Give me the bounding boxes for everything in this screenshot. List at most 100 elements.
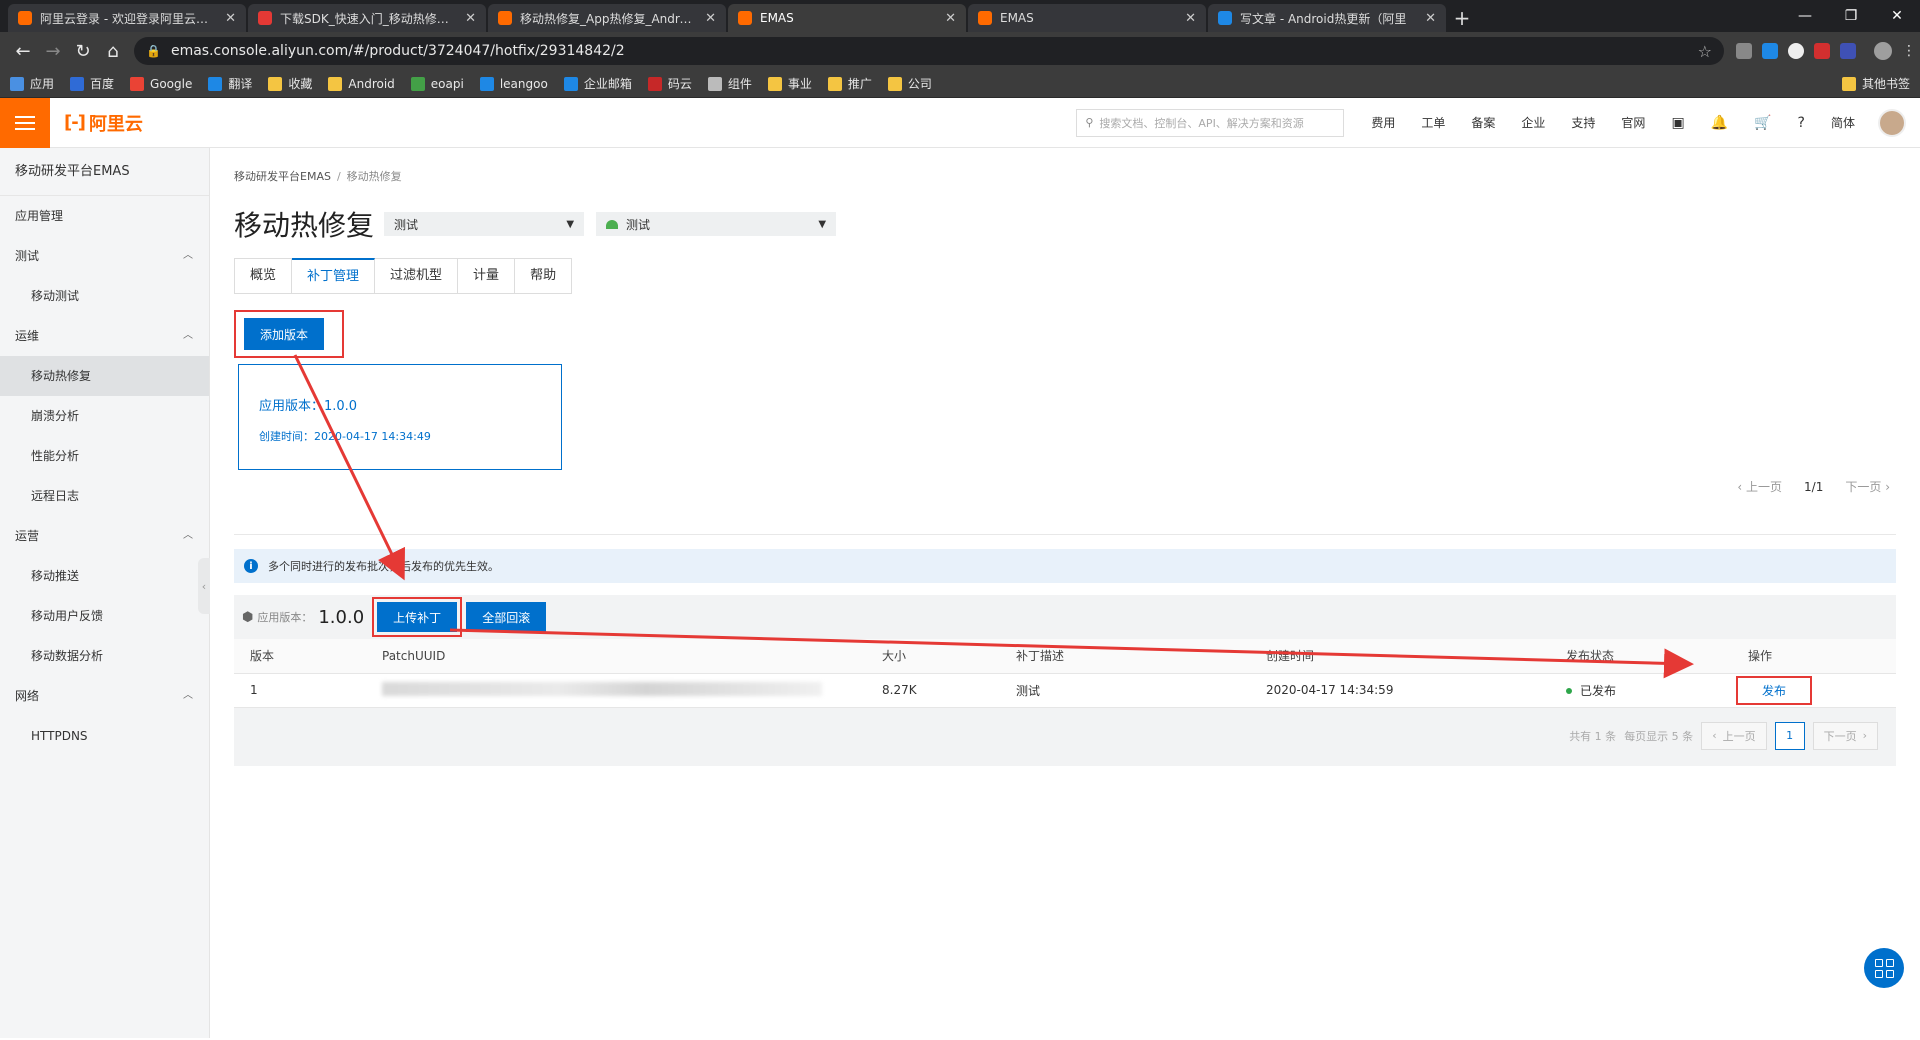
help-icon[interactable]: ? (1798, 115, 1805, 131)
browser-tab[interactable]: 写文章 - Android热更新（阿里 ✕ (1208, 4, 1446, 32)
pager-prev[interactable]: ‹ 上一页 (1737, 478, 1782, 495)
sidebar-item[interactable]: 移动测试 (0, 276, 209, 316)
menu-icon[interactable] (0, 97, 50, 148)
bell-icon[interactable]: 🔔 (1711, 115, 1728, 131)
pager-prev-button[interactable]: ‹ 上一页 (1701, 721, 1767, 750)
tab-overview[interactable]: 概览 (234, 258, 293, 294)
restore-icon[interactable]: ❐ (1828, 0, 1874, 32)
logo-mark-icon: [-] (64, 112, 86, 133)
bookmark-item[interactable]: 组件 (707, 75, 752, 92)
shield-extension-icon[interactable] (1840, 43, 1856, 59)
bookmark-item[interactable]: Google (130, 76, 192, 91)
tab-close-icon[interactable]: ✕ (705, 11, 716, 26)
sidebar-item[interactable]: 性能分析 (0, 436, 209, 476)
sidebar-item[interactable]: 远程日志 (0, 476, 209, 516)
divider (234, 534, 1896, 535)
sidebar-item[interactable]: 测试 ︿ (0, 236, 209, 276)
terminal-icon[interactable]: ▣ (1671, 115, 1684, 131)
reload-icon[interactable]: ↻ (68, 41, 98, 62)
back-icon[interactable]: ← (8, 41, 38, 62)
bookmarks-bar: 应用 百度 Google 翻译 收藏 Android eoapi leangoo 企业邮箱 码云组… (0, 70, 1920, 98)
language-switch[interactable]: 简体 (1831, 114, 1855, 131)
mail-extension-icon[interactable] (1736, 43, 1752, 59)
bookmark-star-icon[interactable]: ☆ (1698, 42, 1712, 61)
sidebar-item[interactable]: 运维 ︿ (0, 316, 209, 356)
tab-close-icon[interactable]: ✕ (465, 11, 476, 26)
browser-tab[interactable]: EMAS ✕ (968, 4, 1206, 32)
bookmark-item[interactable]: Android (328, 76, 395, 91)
tab-patch-management[interactable]: 补丁管理 (292, 258, 376, 294)
platform-select[interactable]: 测试 ▼ (596, 212, 837, 236)
url-input[interactable]: 🔒 emas.console.aliyun.com/#/product/3724… (134, 37, 1724, 65)
sidebar-item[interactable]: 运营 ︿ (0, 516, 209, 556)
tab-filter-models[interactable]: 过滤机型 (375, 258, 459, 294)
pager-next-button[interactable]: 下一页 › (1812, 721, 1878, 750)
nav-official[interactable]: 官网 (1621, 114, 1645, 131)
breadcrumb-emas[interactable]: 移动研发平台EMAS (234, 170, 331, 183)
user-avatar[interactable] (1878, 108, 1906, 137)
browser-tab[interactable]: EMAS ✕ (728, 4, 966, 32)
sidebar-collapse-handle[interactable]: ‹ (198, 558, 210, 614)
bookmark-item[interactable]: 公司 (887, 75, 932, 92)
bookmark-item[interactable]: eoapi (410, 76, 464, 91)
tab-close-icon[interactable]: ✕ (1425, 11, 1436, 26)
sidebar-item[interactable]: 移动数据分析 (0, 636, 209, 676)
sidebar-item[interactable]: 应用管理 (0, 196, 209, 236)
browser-tab[interactable]: 阿里云登录 - 欢迎登录阿里云，安 ✕ (8, 4, 246, 32)
nav-enterprise[interactable]: 企业 (1521, 114, 1545, 131)
url-text: emas.console.aliyun.com/#/product/372404… (170, 43, 625, 59)
tab-help[interactable]: 帮助 (515, 258, 573, 294)
bookmark-item[interactable]: 码云 (647, 75, 692, 92)
add-version-button[interactable]: 添加版本 (244, 318, 325, 350)
bookmark-item[interactable]: 企业邮箱 (563, 75, 632, 92)
sidebar-item[interactable]: 网络 ︿ (0, 676, 209, 716)
tab-close-icon[interactable]: ✕ (1185, 11, 1196, 26)
pager-current[interactable]: 1 (1774, 721, 1805, 750)
sidebar-item[interactable]: 移动用户反馈 (0, 596, 209, 636)
bookmark-item[interactable]: 百度 (70, 75, 114, 92)
nav-beian[interactable]: 备案 (1471, 114, 1495, 131)
cart-icon[interactable]: 🛒 (1754, 115, 1771, 131)
minimize-icon[interactable]: — (1782, 0, 1828, 32)
apps-grid-button[interactable] (1864, 948, 1904, 988)
console-search-input[interactable]: ⚲ 搜索文档、控制台、API、解决方案和资源 (1076, 108, 1345, 137)
browser-tab[interactable]: 移动热修复_App热修复_Android ✕ (488, 4, 726, 32)
nav-support[interactable]: 支持 (1571, 114, 1595, 131)
version-card[interactable]: 应用版本：1.0.0 创建时间：2020-04-17 14:34:49 (238, 364, 562, 470)
close-window-icon[interactable]: ✕ (1874, 0, 1920, 32)
rollback-all-button[interactable]: 全部回滚 (466, 602, 547, 632)
menu-dots-icon[interactable]: ⋮ (1902, 43, 1916, 59)
bookmark-item[interactable]: 翻译 (208, 75, 252, 92)
upload-patch-button[interactable]: 上传补丁 (377, 602, 458, 632)
sidebar-item[interactable]: 移动热修复 (0, 356, 209, 396)
tab-metering[interactable]: 计量 (458, 258, 516, 294)
circle-extension-icon[interactable] (1788, 43, 1804, 59)
bookmark-item[interactable]: 收藏 (268, 75, 312, 92)
app-select[interactable]: 测试 ▼ (384, 212, 585, 236)
new-extension-icon[interactable] (1762, 43, 1778, 59)
bookmark-item[interactable]: 应用 (10, 75, 54, 92)
tab-close-icon[interactable]: ✕ (225, 11, 236, 26)
new-tab-button[interactable]: + (1448, 4, 1476, 32)
aliyun-logo[interactable]: [-] 阿里云 (64, 110, 143, 136)
version-pager: ‹ 上一页 1/1 下一页 › (1737, 478, 1890, 495)
forward-icon[interactable]: → (38, 41, 68, 62)
sidebar-item[interactable]: 移动推送 (0, 556, 209, 596)
red-extension-icon[interactable] (1814, 43, 1830, 59)
profile-avatar-icon[interactable] (1874, 42, 1892, 60)
other-bookmarks[interactable]: 其他书签 (1841, 75, 1910, 92)
cell-created: 2020-04-17 14:34:59 (1250, 673, 1550, 708)
publish-link[interactable]: 发布 (1762, 684, 1786, 698)
publish-highlight: 发布 (1736, 675, 1813, 705)
nav-ticket[interactable]: 工单 (1421, 114, 1445, 131)
home-icon[interactable]: ⌂ (98, 41, 128, 62)
sidebar-item[interactable]: HTTPDNS (0, 716, 209, 756)
bookmark-item[interactable]: 事业 (767, 75, 812, 92)
nav-fee[interactable]: 费用 (1371, 114, 1395, 131)
pager-next[interactable]: 下一页 › (1845, 478, 1890, 495)
bookmark-item[interactable]: leangoo (479, 76, 548, 91)
tab-close-icon[interactable]: ✕ (945, 11, 956, 26)
sidebar-item[interactable]: 崩溃分析 (0, 396, 209, 436)
bookmark-item[interactable]: 推广 (827, 75, 872, 92)
browser-tab[interactable]: 下载SDK_快速入门_移动热修复_App✕ (248, 4, 486, 32)
